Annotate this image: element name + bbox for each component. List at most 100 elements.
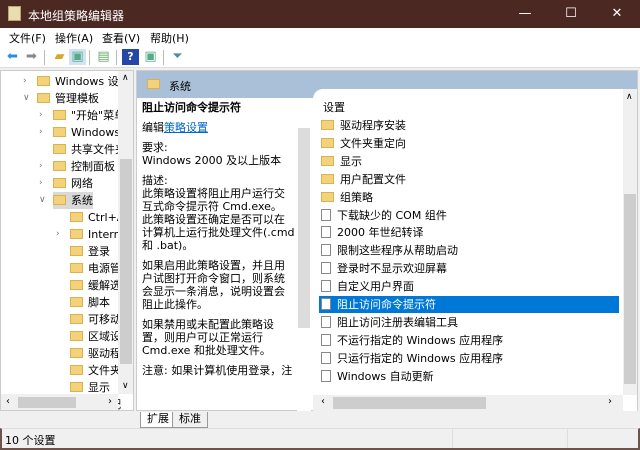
scroll-right-icon[interactable]: › <box>108 396 112 407</box>
expand-arrow-icon[interactable]: › <box>23 73 33 90</box>
policy-setting-icon <box>321 315 331 328</box>
tree-item-label: "开始"菜单 <box>71 109 126 122</box>
scrollbar-thumb[interactable] <box>18 397 76 408</box>
menu-help[interactable]: 帮助(H) <box>150 30 189 46</box>
minimize-button[interactable]: — <box>502 0 548 28</box>
list-item-label: 阻止访问命令提示符 <box>337 298 436 311</box>
list-item[interactable]: 用户配置文件 <box>319 171 619 188</box>
help-icon[interactable]: ? <box>122 49 139 65</box>
tree-item[interactable]: 文件夹 <box>70 362 121 379</box>
expand-arrow-icon[interactable]: › <box>56 226 66 243</box>
expand-arrow-icon[interactable]: › <box>39 175 49 192</box>
scroll-right-icon[interactable]: › <box>608 396 612 407</box>
list-item[interactable]: 驱动程序安装 <box>319 117 619 134</box>
forward-icon[interactable]: ➡ <box>23 49 40 65</box>
export-list-icon[interactable]: ▤ <box>95 49 112 65</box>
tree-item[interactable]: ∨ 管理模板 <box>23 90 99 107</box>
list-item[interactable]: 登录时不显示欢迎屏幕 <box>319 260 619 277</box>
tree-item[interactable]: 缓解选 <box>70 277 121 294</box>
edit-policy-link[interactable]: 策略设置 <box>164 121 208 134</box>
tab-extended[interactable]: 扩展 <box>140 412 176 428</box>
tree-item[interactable]: › Intern <box>56 226 121 243</box>
scrollbar-thumb[interactable] <box>298 128 310 328</box>
up-folder-icon[interactable]: ▰ <box>51 49 68 65</box>
policy-setting-icon <box>321 208 331 221</box>
menu-view[interactable]: 查看(V) <box>102 30 140 46</box>
back-icon[interactable]: ⬅ <box>4 49 21 65</box>
list-item-label: 登录时不显示欢迎屏幕 <box>337 262 447 276</box>
expand-arrow-icon[interactable]: › <box>39 107 49 124</box>
folder-icon <box>321 173 334 184</box>
tree-item[interactable]: › Windows 设置 <box>23 73 130 90</box>
tree-item[interactable]: Ctrl+A <box>70 209 124 226</box>
tree-item[interactable]: 电源管 <box>70 260 121 277</box>
menu-file[interactable]: 文件(F) <box>9 30 46 46</box>
maximize-button[interactable]: ☐ <box>548 0 594 28</box>
list-item[interactable]: 只运行指定的 Windows 应用程序 <box>319 350 619 367</box>
scrollbar-thumb[interactable] <box>624 194 636 384</box>
tree-item[interactable]: › Windows <box>39 124 120 141</box>
menu-action[interactable]: 操作(A) <box>55 30 93 46</box>
tree-item[interactable]: 可移动 <box>70 311 121 328</box>
policy-setting-icon <box>321 298 331 310</box>
tree-item[interactable]: › "开始"菜单 <box>39 107 126 124</box>
list-item-label: 自定义用户界面 <box>337 280 414 294</box>
description-text: 注意: 如果计算机使用登录，注 <box>142 364 293 377</box>
list-item[interactable]: 2000 年世纪转译 <box>319 224 619 241</box>
scrollbar-thumb[interactable] <box>333 397 486 409</box>
tree-item[interactable]: › 网络 <box>39 175 93 192</box>
list-item[interactable]: 组策略 <box>319 189 619 206</box>
list-vertical-scrollbar[interactable]: ∧ <box>623 89 637 395</box>
tree-pane: › Windows 设置 ∨ 管理模板 › "开始"菜单 › Windows 共享文件夹 › 控制面… <box>0 70 134 411</box>
scrollbar-thumb[interactable] <box>120 159 132 364</box>
expand-arrow-icon[interactable]: › <box>39 124 49 141</box>
window-title: 本地组策略编辑器 <box>28 9 125 23</box>
show-hide-tree-icon[interactable]: ▣ <box>69 49 86 65</box>
scroll-left-icon[interactable]: ‹ <box>6 396 10 407</box>
close-button[interactable]: ✕ <box>594 0 640 28</box>
scroll-down-icon[interactable]: ∨ <box>122 381 129 391</box>
description-scrollbar[interactable] <box>297 98 311 411</box>
folder-icon <box>321 137 334 148</box>
folder-icon <box>70 348 83 358</box>
tree-item[interactable]: 驱动程 <box>70 345 121 362</box>
scroll-left-icon[interactable]: ‹ <box>321 396 325 407</box>
status-bar: 10 个设置 <box>0 428 640 450</box>
policy-setting-icon <box>321 333 331 346</box>
tree-item[interactable]: 区域设 <box>70 328 121 345</box>
filter-icon[interactable]: ⏷ <box>169 49 186 65</box>
tree-item[interactable]: 共享文件夹 <box>53 141 126 158</box>
menu-bar: 文件(F) 操作(A) 查看(V) 帮助(H) <box>0 28 640 46</box>
column-header-setting[interactable]: 设置 <box>323 99 345 115</box>
policy-setting-icon <box>321 280 331 293</box>
collapse-arrow-icon[interactable]: ∨ <box>39 192 49 209</box>
expand-arrow-icon[interactable]: › <box>39 158 49 175</box>
pane-header-title: 系统 <box>169 80 191 93</box>
tree-item[interactable]: › 控制面板 <box>39 158 115 175</box>
folder-icon <box>147 79 160 89</box>
tree-item[interactable]: 登录 <box>70 243 110 260</box>
list-item[interactable]: 不运行指定的 Windows 应用程序 <box>319 332 619 349</box>
show-hide-action-pane-icon[interactable]: ▣ <box>142 49 159 65</box>
tree-item[interactable]: ∨ 系统 <box>39 192 93 209</box>
list-item[interactable]: 阻止访问注册表编辑工具 <box>319 314 619 331</box>
list-item-label: 限制这些程序从帮助启动 <box>337 244 458 258</box>
list-horizontal-scrollbar[interactable]: ‹ › <box>313 395 623 411</box>
list-item[interactable]: 显示 <box>319 153 619 170</box>
collapse-arrow-icon[interactable]: ∨ <box>23 90 33 107</box>
list-item[interactable]: 文件夹重定向 <box>319 135 619 152</box>
folder-icon <box>53 127 66 137</box>
list-item[interactable]: 限制这些程序从帮助启动 <box>319 242 619 259</box>
list-item[interactable]: 自定义用户界面 <box>319 278 619 295</box>
tree-horizontal-scrollbar[interactable]: ‹ › <box>1 394 118 410</box>
tab-standard[interactable]: 标准 <box>172 412 208 428</box>
tree-item-label: Intern <box>88 228 121 241</box>
tree-vertical-scrollbar[interactable]: ∧ ∨ <box>118 71 133 394</box>
scroll-up-icon[interactable]: ∧ <box>122 73 129 83</box>
scroll-up-icon[interactable]: ∧ <box>626 92 633 102</box>
policy-setting-icon <box>321 226 331 239</box>
list-item[interactable]: Windows 自动更新 <box>319 368 619 385</box>
list-item[interactable]: 下载缺少的 COM 组件 <box>319 207 619 224</box>
list-item[interactable]: 阻止访问命令提示符 <box>319 296 619 313</box>
tree-item[interactable]: 脚本 <box>70 294 110 311</box>
